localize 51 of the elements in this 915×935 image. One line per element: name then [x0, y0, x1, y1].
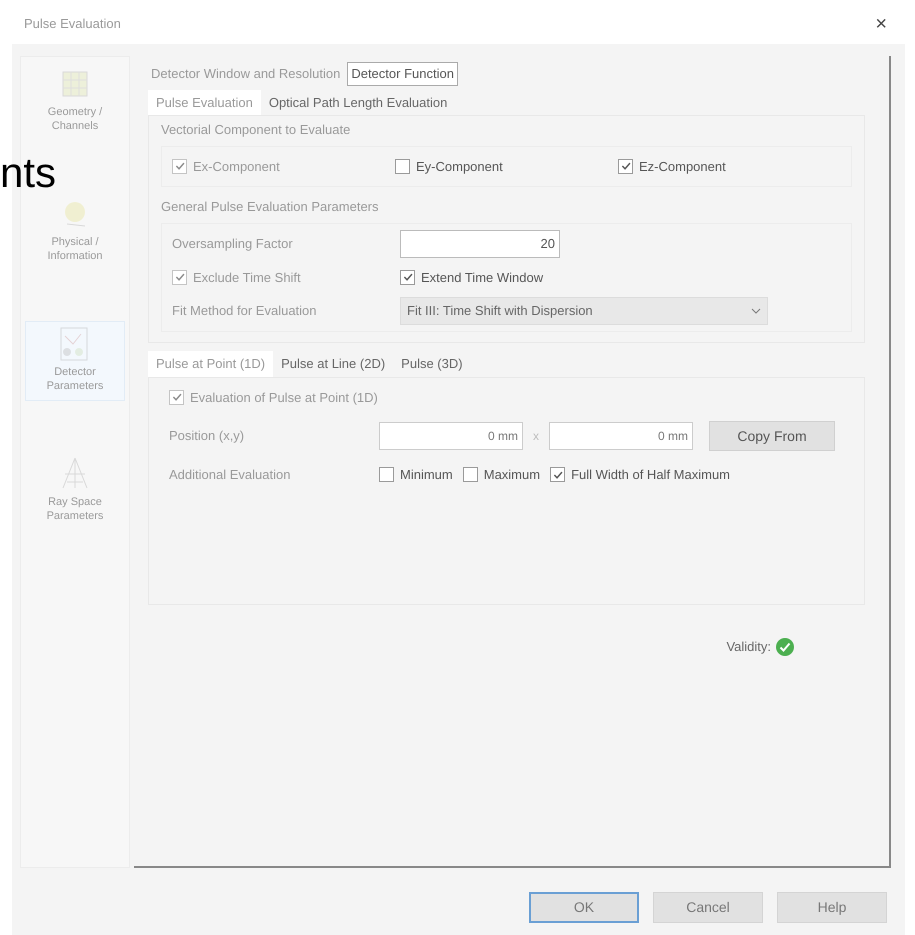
checkbox[interactable]	[395, 158, 410, 174]
checkmark-icon	[402, 271, 414, 284]
tab[interactable]: Optical Path Length Evaluation	[260, 90, 456, 115]
sidebar-item[interactable]: Ray Space Parameters	[25, 451, 125, 531]
validity-label: Validity:	[726, 638, 771, 656]
slide-text: nts	[0, 152, 56, 194]
tab[interactable]: Pulse Evaluation	[148, 90, 261, 115]
field-label: Additional Evaluation	[169, 466, 292, 484]
checkbox-label: Full Width of Half Maximum	[571, 466, 730, 484]
dialog-button[interactable]: OK	[529, 892, 639, 923]
checkbox[interactable]	[618, 158, 633, 174]
checkbox-label: Ez-Component	[639, 158, 726, 176]
separator-label: x	[533, 428, 539, 445]
field-label: Oversampling Factor	[172, 234, 294, 253]
checkbox[interactable]	[400, 270, 415, 285]
tab[interactable]: Pulse (3D)	[393, 351, 471, 376]
fit-method-dropdown[interactable]: Fit III: Time Shift with Dispersion	[400, 297, 768, 325]
checkbox-label: Extend Time Window	[421, 268, 544, 286]
sidebar-item[interactable]: Physical / Information	[25, 191, 125, 271]
tab[interactable]: Detector Function	[347, 62, 458, 86]
tab[interactable]: Pulse at Line (2D)	[273, 351, 394, 376]
sidebar-item[interactable]: Geometry / Channels	[25, 61, 125, 141]
checkmark-icon	[620, 160, 632, 172]
position-y-field[interactable]: 0 mm	[549, 422, 693, 450]
checkmark-icon	[174, 160, 186, 172]
checkbox-label: Ey-Component	[416, 158, 503, 176]
field-label: Position (x,y)	[169, 427, 246, 446]
group-title: General Pulse Evaluation Parameters	[161, 198, 380, 216]
field-label: Fit Method for Evaluation	[172, 302, 318, 320]
checkbox-label: Evaluation of Pulse at Point (1D)	[190, 388, 378, 407]
checkbox-label: Minimum	[400, 466, 453, 484]
checkbox[interactable]	[462, 467, 478, 482]
tab[interactable]: Detector Window and Resolution	[148, 63, 344, 84]
checkbox[interactable]	[379, 467, 394, 482]
window-title: Pulse Evaluation	[24, 15, 121, 34]
checkbox-label: Ex-Component	[193, 158, 280, 176]
sidebar-item[interactable]: Detector Parameters	[25, 321, 125, 401]
checkbox-label: Exclude Time Shift	[193, 268, 301, 286]
group-title: Vectorial Component to Evaluate	[161, 121, 352, 139]
tab[interactable]: Pulse at Point (1D)	[148, 351, 274, 376]
copy-from-button[interactable]: Copy From	[709, 421, 835, 451]
close-button[interactable]: ×	[869, 9, 893, 39]
checkbox-label: Maximum	[484, 466, 540, 484]
dialog-button[interactable]: Cancel	[653, 892, 763, 923]
chevron-down-icon	[751, 308, 761, 314]
checkmark-icon	[170, 391, 182, 404]
position-x-field[interactable]: 0 mm	[379, 422, 523, 450]
checkmark-icon	[174, 271, 186, 284]
checkbox[interactable]	[550, 467, 566, 482]
oversampling-field[interactable]: 20	[400, 230, 560, 258]
dialog-button[interactable]: Help	[777, 892, 887, 923]
